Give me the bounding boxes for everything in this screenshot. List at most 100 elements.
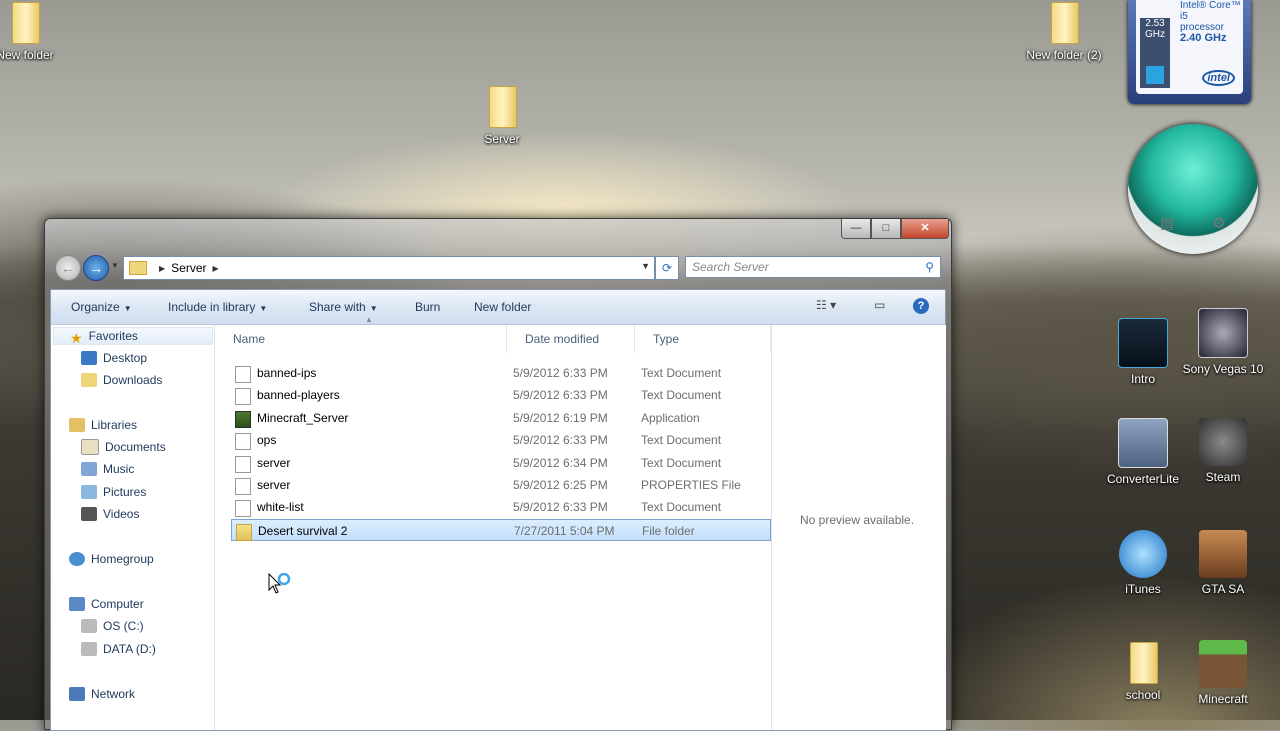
burn-button[interactable]: Burn	[415, 300, 440, 314]
file-row[interactable]: banned-ips 5/9/2012 6:33 PM Text Document	[231, 362, 771, 384]
maximize-button[interactable]: □	[871, 219, 901, 239]
desktop-icon-gta-sa[interactable]: GTA SA	[1180, 530, 1266, 596]
nav-desktop[interactable]: Desktop	[81, 349, 147, 367]
desktop-icon-label: New folder (2)	[1026, 48, 1102, 62]
folder-icon	[236, 524, 252, 541]
new-folder-button[interactable]: New folder	[474, 300, 531, 314]
forward-button[interactable]: →	[83, 255, 109, 281]
minimize-button[interactable]: —	[841, 219, 871, 239]
videos-icon	[81, 507, 97, 521]
network-icon	[69, 687, 85, 701]
document-icon[interactable]: ▤	[1156, 214, 1178, 236]
intel-logo-icon: intel	[1202, 70, 1235, 86]
nav-libraries[interactable]: Libraries	[69, 416, 137, 434]
address-dropdown-icon[interactable]: ▼	[641, 261, 650, 271]
help-icon[interactable]: ?	[913, 298, 929, 314]
cpu-ghz-value: 2.53	[1145, 18, 1165, 29]
homegroup-icon	[69, 552, 85, 566]
nav-favorites[interactable]: ★ Favorites	[53, 327, 213, 346]
desktop-icon-intro[interactable]: Intro	[1100, 318, 1186, 386]
window-controls: — □ ✕	[841, 219, 949, 239]
video-clip-icon	[1118, 318, 1168, 368]
file-row[interactable]: ops 5/9/2012 6:33 PM Text Document	[231, 429, 771, 451]
computer-icon	[69, 597, 85, 611]
desktop-icon-sony-vegas[interactable]: Sony Vegas 10	[1180, 308, 1266, 376]
nav-homegroup[interactable]: Homegroup	[69, 550, 154, 568]
nav-music[interactable]: Music	[81, 460, 134, 478]
file-row[interactable]: Minecraft_Server 5/9/2012 6:19 PM Applicat…	[231, 407, 771, 429]
refresh-button[interactable]: ⟳	[655, 256, 679, 280]
folder-icon	[1126, 640, 1160, 684]
breadcrumb-arrow-icon[interactable]: ▶	[213, 264, 219, 273]
include-in-library-button[interactable]: Include in library ▼	[168, 300, 267, 314]
libraries-icon	[69, 418, 85, 432]
nav-videos[interactable]: Videos	[81, 505, 139, 523]
explorer-window: — □ ✕ ← → ▼ ▶ Server ▶ ▼ ⟳ Search Server…	[44, 218, 952, 731]
file-list: ▲ Name Date modified Type banned-ips 5/9/…	[215, 315, 771, 730]
drive-icon	[81, 619, 97, 633]
breadcrumb-arrow-icon[interactable]: ▶	[159, 264, 165, 273]
desktop-icon	[81, 351, 97, 365]
breadcrumb-server[interactable]: Server	[171, 261, 206, 275]
desktop-icon-minecraft[interactable]: Minecraft	[1180, 640, 1266, 706]
folder-icon	[1047, 0, 1081, 44]
nav-pictures[interactable]: Pictures	[81, 483, 146, 501]
desktop-icon-new-folder-2[interactable]: New folder (2)	[1021, 0, 1107, 62]
desktop-icon-label: Server	[484, 132, 520, 146]
nav-data-d[interactable]: DATA (D:)	[81, 640, 156, 658]
text-doc-icon	[235, 456, 251, 473]
organize-button[interactable]: Organize ▼	[71, 300, 132, 314]
cpu-ghz-unit: GHz	[1145, 29, 1165, 40]
converterlite-icon	[1118, 418, 1168, 468]
desktop-icon-steam[interactable]: Steam	[1180, 418, 1266, 484]
desktop-icon-new-folder[interactable]: New folder	[0, 0, 68, 62]
file-row[interactable]: server 5/9/2012 6:25 PM PROPERTIES File	[231, 474, 771, 496]
app-icon	[235, 411, 251, 428]
file-row-selected[interactable]: Desert survival 2 7/27/2011 5:04 PM File f…	[231, 519, 771, 541]
nav-downloads[interactable]: Downloads	[81, 371, 162, 389]
nav-documents[interactable]: Documents	[81, 438, 166, 456]
drive-icon	[81, 642, 97, 656]
search-icon[interactable]: ⚲	[925, 260, 934, 274]
antivirus-gauge-gadget[interactable]: ▤ ⚙	[1128, 124, 1258, 254]
address-bar[interactable]: ▶ Server ▶ ▼	[123, 256, 655, 280]
desktop-icon-itunes[interactable]: iTunes	[1100, 530, 1186, 596]
desktop-icon-converterlite[interactable]: ConverterLite	[1100, 418, 1186, 486]
nav-network[interactable]: Network	[69, 685, 135, 703]
folder-icon	[8, 0, 42, 44]
preview-pane: No preview available.	[771, 325, 946, 730]
desktop-icon-label: Intro	[1130, 372, 1155, 386]
busy-cursor-icon	[268, 573, 291, 594]
preview-message: No preview available.	[800, 513, 915, 527]
star-icon: ★	[70, 330, 83, 346]
search-input[interactable]: Search Server ⚲	[685, 256, 941, 278]
text-doc-icon	[235, 388, 251, 405]
close-button[interactable]: ✕	[901, 219, 949, 239]
column-date-modified[interactable]: Date modified	[507, 325, 635, 353]
sony-vegas-icon	[1198, 308, 1248, 358]
preview-pane-icon[interactable]: ▭	[874, 298, 885, 312]
cpu-speed: 2.40 GHz	[1180, 32, 1227, 44]
change-view-icon[interactable]: ☷ ▾	[816, 298, 836, 312]
desktop-icon-label: school	[1125, 688, 1161, 702]
share-with-button[interactable]: Share with ▼	[309, 300, 378, 314]
recent-pages-dropdown[interactable]: ▼	[111, 261, 119, 270]
file-row[interactable]: white-list 5/9/2012 6:33 PM Text Document	[231, 496, 771, 518]
desktop-icon-label: GTA SA	[1201, 582, 1245, 596]
file-row[interactable]: banned-players 5/9/2012 6:33 PM Text Docum…	[231, 384, 771, 406]
nav-computer[interactable]: Computer	[69, 595, 144, 613]
command-bar: Organize ▼ Include in library ▼ Share with…	[51, 290, 945, 325]
desktop-icon-school[interactable]: school	[1100, 640, 1186, 702]
column-name[interactable]: Name	[215, 325, 507, 353]
file-row[interactable]: server 5/9/2012 6:34 PM Text Document	[231, 452, 771, 474]
gear-icon[interactable]: ⚙	[1208, 214, 1230, 236]
properties-file-icon	[235, 478, 251, 495]
text-doc-icon	[235, 433, 251, 450]
nav-os-c[interactable]: OS (C:)	[81, 617, 144, 635]
minecraft-icon	[1199, 640, 1247, 688]
column-type[interactable]: Type	[635, 325, 771, 353]
gta-sa-icon	[1199, 530, 1247, 578]
desktop-icon-server[interactable]: Server	[459, 84, 545, 146]
back-button[interactable]: ←	[55, 255, 81, 281]
desktop-icon-label: Sony Vegas 10	[1182, 362, 1264, 376]
